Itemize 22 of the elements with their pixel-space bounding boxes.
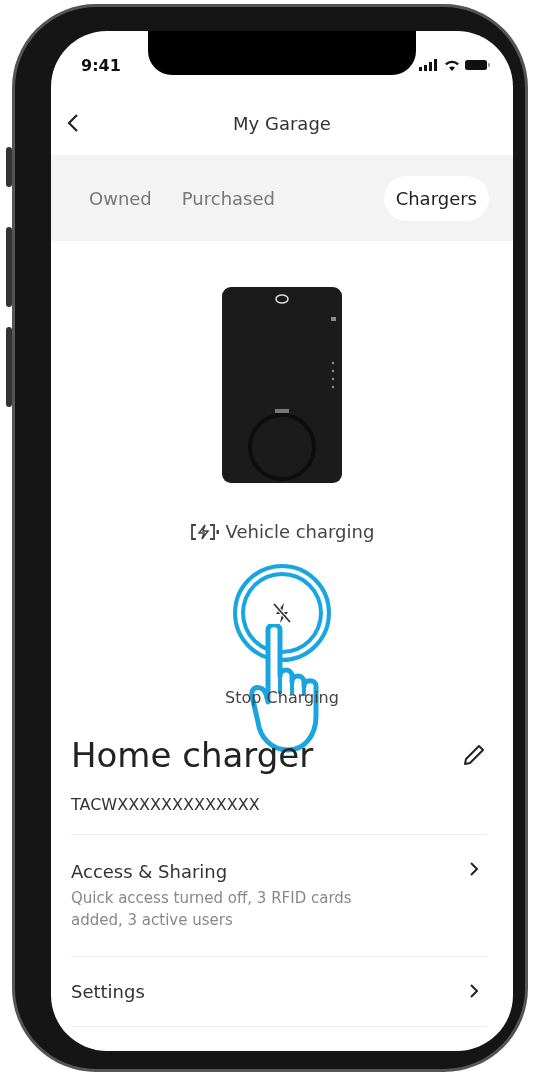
back-icon — [67, 113, 79, 133]
tab[interactable]: Chargers — [383, 175, 489, 221]
battery-icon — [465, 59, 491, 71]
status-time: 9:41 — [81, 55, 121, 75]
charger-name: Home charger — [71, 735, 314, 775]
chevron-right-icon — [469, 861, 479, 877]
row-title: Settings — [71, 980, 145, 1002]
pencil-icon — [461, 742, 487, 768]
battery-charging-icon — [189, 522, 220, 541]
charging-status: Vehicle charging — [225, 521, 375, 542]
menu-row[interactable]: Settings — [71, 956, 487, 1027]
edit-button[interactable] — [461, 742, 487, 768]
chevron-right-icon — [469, 983, 479, 999]
row-subtitle: Quick access turned off, 3 RFID cards added, 3 active users — [71, 888, 353, 931]
row-title: Access & Sharing — [71, 861, 229, 882]
screen-title: My Garage — [233, 112, 331, 134]
tab[interactable]: Purchased — [169, 175, 287, 221]
wifi-icon — [444, 59, 460, 71]
menu-row[interactable]: Access & Sharing Quick access turned off, 3 RFID cards added, 3 active users — [71, 835, 487, 957]
serial-number: TACWXXXXXXXXXXXXX — [71, 795, 487, 835]
tab[interactable]: Owned — [77, 175, 164, 221]
signal-icon — [419, 59, 439, 71]
